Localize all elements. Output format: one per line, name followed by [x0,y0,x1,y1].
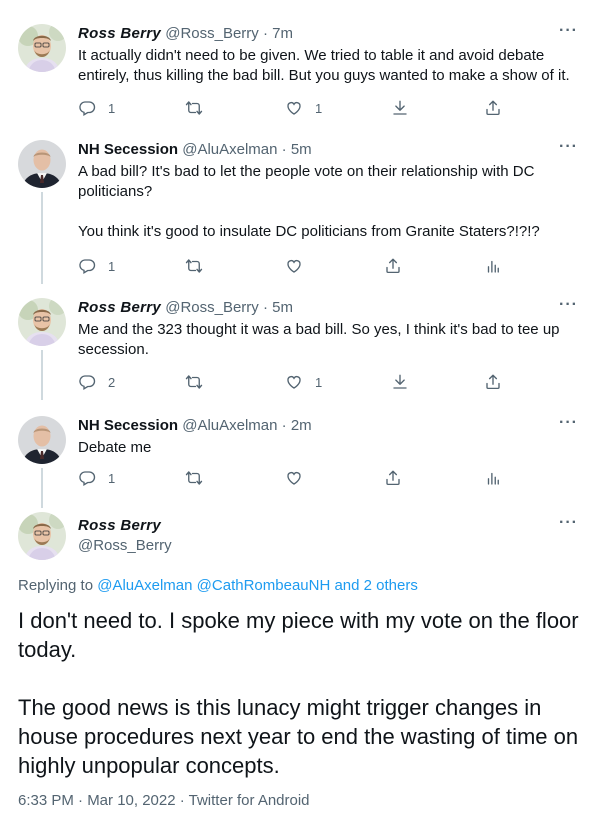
tweet-timestamp[interactable]: 6:33 PM · Mar 10, 2022 · Twitter for And… [18,792,310,809]
analytics-button[interactable] [484,468,502,488]
share-button[interactable] [384,468,402,488]
reply-icon [78,257,96,275]
analytics-button[interactable] [484,256,502,276]
thread-line [41,350,43,400]
thread-tweet[interactable]: Ross Berry @Ross_Berry · 5m ··· Me and t… [0,288,596,404]
mention-link[interactable]: @AluAxelman [97,577,192,594]
avatar[interactable] [18,140,66,188]
reply-button[interactable]: 1 [78,256,115,276]
heart-icon [285,469,303,487]
main-tweet-paragraph: The good news is this lunacy might trigg… [18,695,579,778]
author-name[interactable]: NH Secession [78,417,178,434]
retweet-icon [185,257,203,275]
reply-icon [78,99,96,117]
more-icon[interactable]: ··· [559,22,578,40]
reply-count: 1 [108,100,116,116]
avatar[interactable] [18,512,66,560]
heart-icon [285,257,303,275]
author-name[interactable]: Ross Berry [78,516,172,536]
like-button[interactable]: 1 [285,98,322,118]
download-icon [391,373,409,391]
heart-icon [285,373,303,391]
tweet-time[interactable]: · 2m [282,417,312,434]
thread-line [41,192,43,284]
author-handle[interactable]: @Ross_Berry [165,299,259,316]
like-count: 1 [315,100,323,116]
analytics-icon [484,469,502,487]
tweet-text: You think it's good to insulate DC polit… [78,223,540,240]
avatar[interactable] [18,298,66,346]
tweet-time[interactable]: · 7m [263,25,293,42]
replying-prefix: Replying to [18,577,94,594]
like-button[interactable] [285,468,303,488]
author-handle[interactable]: @Ross_Berry [78,536,172,556]
more-icon[interactable]: ··· [559,138,578,156]
author-handle[interactable]: @Ross_Berry [165,25,259,42]
reply-count: 1 [108,258,116,274]
download-button[interactable] [391,98,409,118]
reply-icon [78,469,96,487]
reply-button[interactable]: 1 [78,98,115,118]
avatar[interactable] [18,416,66,464]
share-icon [384,469,402,487]
retweet-icon [185,373,203,391]
heart-icon [285,99,303,117]
tweet-time[interactable]: · 5m [263,299,293,316]
reply-button[interactable]: 2 [78,372,115,392]
reply-button[interactable]: 1 [78,468,115,488]
main-tweet-text: I don't need to. I spoke my piece with m… [18,606,588,780]
tweet-text: A bad bill? It's bad to let the people v… [78,163,535,200]
others-link[interactable]: and 2 others [334,577,417,594]
tweet-text: Debate me [78,439,152,456]
main-tweet-paragraph: I don't need to. I spoke my piece with m… [18,608,579,662]
retweet-button[interactable] [185,372,203,392]
share-icon [484,99,502,117]
more-icon[interactable]: ··· [559,296,578,314]
reply-icon [78,373,96,391]
tweet-text: Me and the 323 thought it was a bad bill… [78,321,560,358]
retweet-button[interactable] [185,256,203,276]
retweet-button[interactable] [185,98,203,118]
thread-tweet[interactable]: Ross Berry @Ross_Berry · 7m ··· It actua… [0,0,596,130]
tweet-time[interactable]: · 5m [282,141,312,158]
thread-tweet[interactable]: NH Secession @AluAxelman · 2m ··· Debate… [0,404,596,508]
avatar[interactable] [18,24,66,72]
share-button[interactable] [484,98,502,118]
retweet-icon [185,99,203,117]
download-icon [391,99,409,117]
like-count: 1 [315,374,323,390]
analytics-icon [484,257,502,275]
tweet-text: It actually didn't need to be given. We … [78,47,570,84]
share-button[interactable] [384,256,402,276]
author-name[interactable]: Ross Berry [78,299,161,316]
like-button[interactable] [285,256,303,276]
download-button[interactable] [391,372,409,392]
author-name[interactable]: NH Secession [78,141,178,158]
more-icon[interactable]: ··· [559,514,578,532]
reply-count: 2 [108,374,116,390]
share-icon [384,257,402,275]
retweet-icon [185,469,203,487]
thread-line [41,468,43,508]
author-name[interactable]: Ross Berry [78,25,161,42]
share-icon [484,373,502,391]
mention-link[interactable]: @CathRombeauNH [197,577,331,594]
retweet-button[interactable] [185,468,203,488]
more-icon[interactable]: ··· [559,414,578,432]
author-handle[interactable]: @AluAxelman [182,141,277,158]
thread-tweet[interactable]: NH Secession @AluAxelman · 5m ··· A bad … [0,130,596,288]
share-button[interactable] [484,372,502,392]
author-handle[interactable]: @AluAxelman [182,417,277,434]
reply-count: 1 [108,470,116,486]
replying-to: Replying to @AluAxelman @CathRombeauNH a… [18,576,418,596]
like-button[interactable]: 1 [285,372,322,392]
